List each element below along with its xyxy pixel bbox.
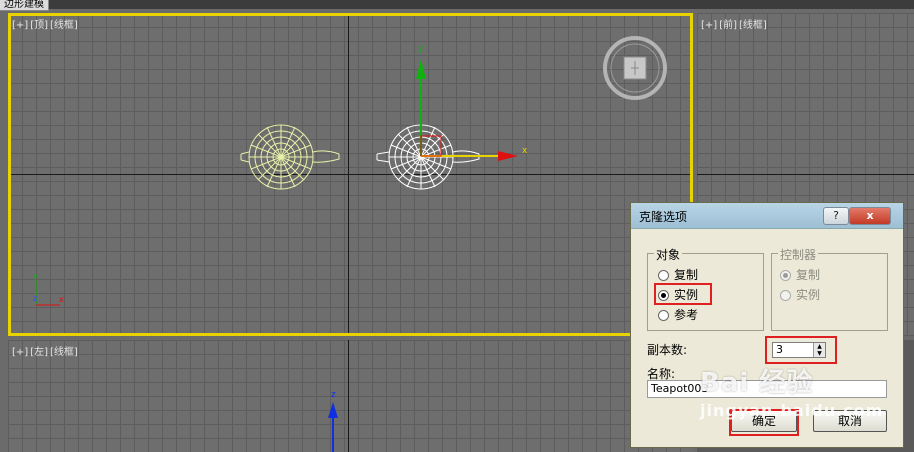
world-axis-horizontal (697, 174, 914, 175)
viewport-front-label[interactable]: [+] [前] [线框] (701, 16, 769, 31)
world-axis-vertical (348, 340, 349, 452)
teapot-wireframe-original[interactable] (233, 121, 343, 191)
object-group: 对象 复制 实例 参考 (647, 246, 764, 331)
mode-tab[interactable]: 边形建模 (0, 0, 49, 11)
viewcube-icon[interactable] (602, 35, 668, 101)
ok-button[interactable]: 确定 (731, 410, 797, 432)
axis-tripod-icon: y z x (33, 272, 64, 306)
object-copy-radio[interactable]: 复制 (658, 267, 698, 283)
object-group-legend: 对象 (654, 246, 683, 263)
world-axis-horizontal (8, 174, 693, 175)
copies-label: 副本数: (647, 343, 688, 357)
viewport-left[interactable]: [+] [左] [线框] z (8, 340, 693, 452)
dialog-title: 克隆选项 (639, 210, 688, 224)
viewport-top-label[interactable]: [+] [顶] [线框] (12, 16, 80, 31)
svg-text:z: z (33, 294, 37, 303)
controller-group-legend: 控制器 (778, 246, 819, 263)
cancel-button[interactable]: 取消 (813, 410, 887, 432)
z-axis-gizmo: z (328, 390, 338, 452)
svg-text:x: x (59, 295, 64, 304)
viewport-top[interactable]: [+] [顶] [线框] y x y z x (8, 13, 693, 336)
gizmo-y-label: y (418, 44, 424, 54)
spinner-arrows-icon[interactable]: ▲ ▼ (813, 343, 825, 357)
copies-spinner[interactable]: 3 ▲ ▼ (772, 342, 826, 358)
copies-value: 3 (776, 343, 783, 356)
title-strip: 边形建模 (0, 0, 914, 11)
svg-text:y: y (33, 272, 38, 281)
controller-instance-radio: 实例 (780, 287, 820, 303)
move-gizmo[interactable]: y x (408, 41, 538, 181)
svg-text:z: z (331, 390, 336, 400)
close-button[interactable]: x (849, 207, 891, 225)
controller-copy-radio: 复制 (780, 267, 820, 283)
clone-options-dialog: 克隆选项 ? x 对象 复制 实例 参考 控制器 复制 实例 副本数: 3 ▲ ▼… (630, 202, 904, 448)
dialog-titlebar[interactable]: 克隆选项 ? x (631, 203, 903, 229)
viewport-left-label[interactable]: [+] [左] [线框] (12, 343, 80, 358)
gizmo-x-label: x (522, 146, 528, 156)
help-button[interactable]: ? (823, 207, 849, 225)
name-field[interactable]: Teapot003 (647, 380, 887, 398)
object-reference-radio[interactable]: 参考 (658, 307, 698, 323)
object-instance-radio[interactable]: 实例 (658, 287, 698, 303)
controller-group: 控制器 复制 实例 (771, 246, 888, 331)
